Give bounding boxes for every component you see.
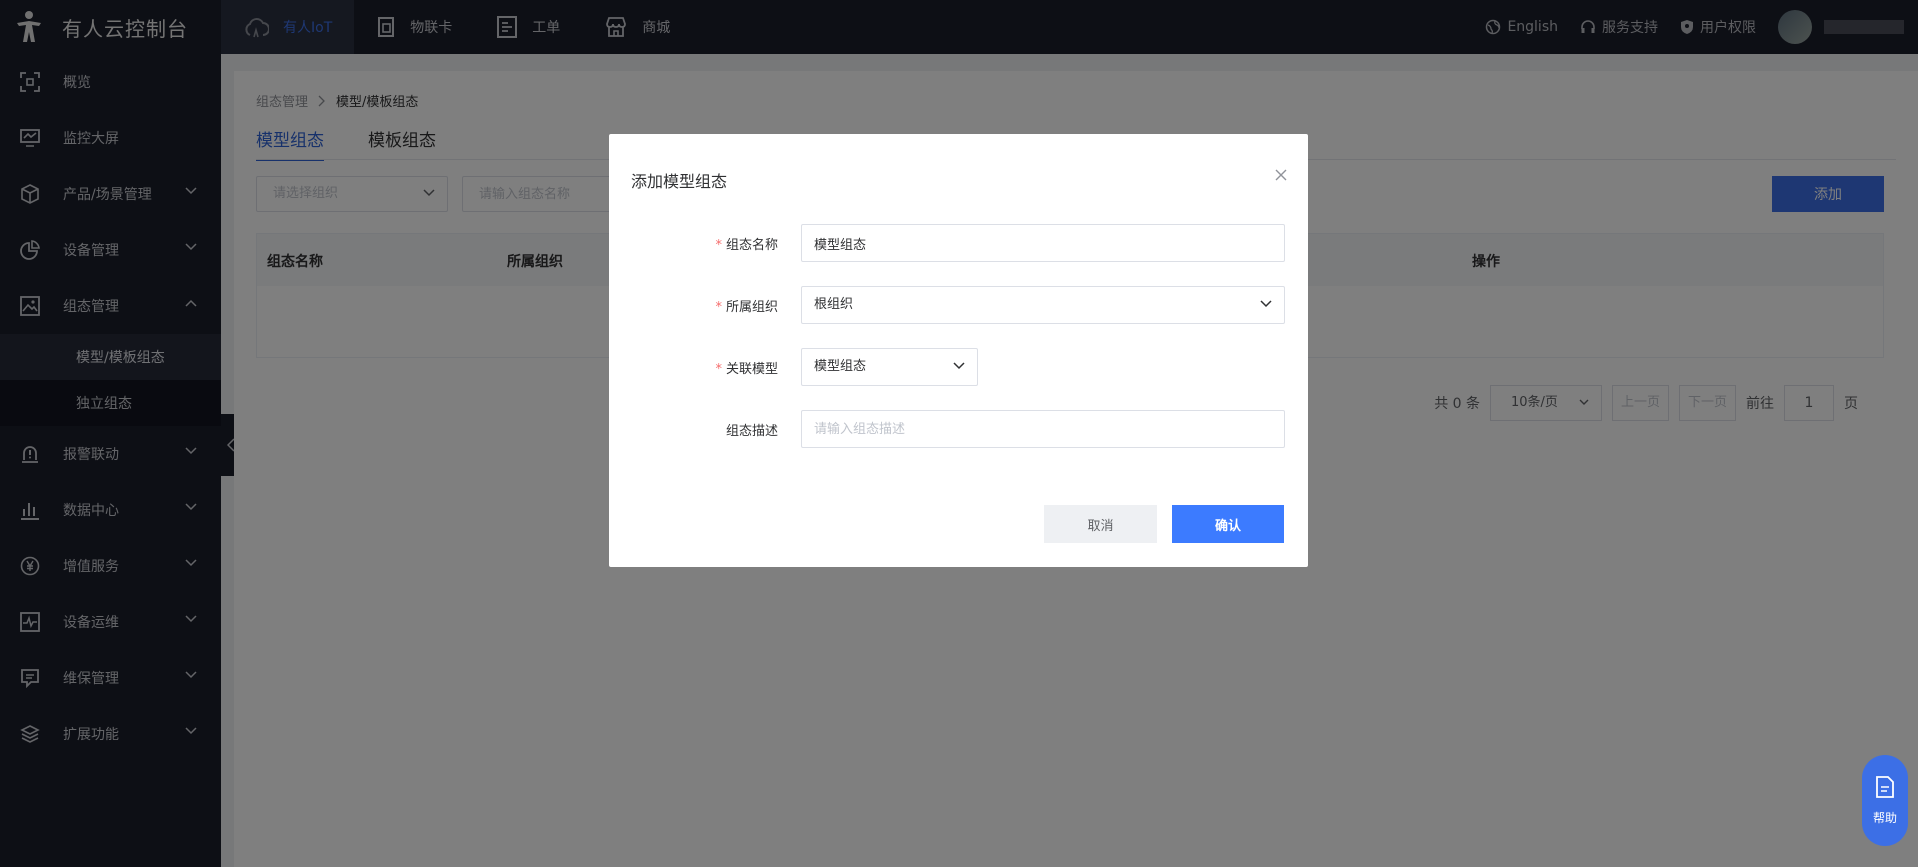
dialog-title: 添加模型组态 — [631, 172, 728, 191]
help-button[interactable]: 帮助 — [1862, 755, 1908, 846]
config-name-input[interactable] — [801, 224, 1285, 262]
org-select-value: 根组织 — [814, 297, 854, 312]
field-row-model: * 关联模型 模型组态 — [609, 348, 1308, 386]
org-select[interactable]: 根组织 — [801, 286, 1285, 324]
model-select-value: 模型组态 — [814, 359, 867, 374]
config-description-input[interactable] — [801, 410, 1285, 448]
field-label-model: * 关联模型 — [715, 362, 778, 377]
confirm-button[interactable]: 确认 — [1172, 505, 1284, 543]
add-model-config-dialog: 添加模型组态 *组态名称 *所属组织 根组织 *关联模型 模型组态 组态描述 取… — [609, 134, 1308, 567]
field-row-desc: 组态描述 — [609, 410, 1308, 448]
field-label-name: * 组态名称 — [715, 238, 778, 253]
close-icon[interactable] — [1274, 168, 1288, 182]
chevron-down-icon — [1260, 300, 1272, 308]
help-label: 帮助 — [1872, 811, 1897, 825]
chevron-down-icon — [953, 362, 965, 370]
document-icon — [1876, 776, 1894, 798]
cancel-button[interactable]: 取消 — [1044, 505, 1157, 543]
field-row-org: * 所属组织 根组织 — [609, 286, 1308, 324]
field-label-desc: 组态描述 — [725, 424, 778, 439]
field-row-name: * 组态名称 — [609, 224, 1308, 262]
field-label-org: * 所属组织 — [715, 300, 778, 315]
model-select[interactable]: 模型组态 — [801, 348, 978, 386]
